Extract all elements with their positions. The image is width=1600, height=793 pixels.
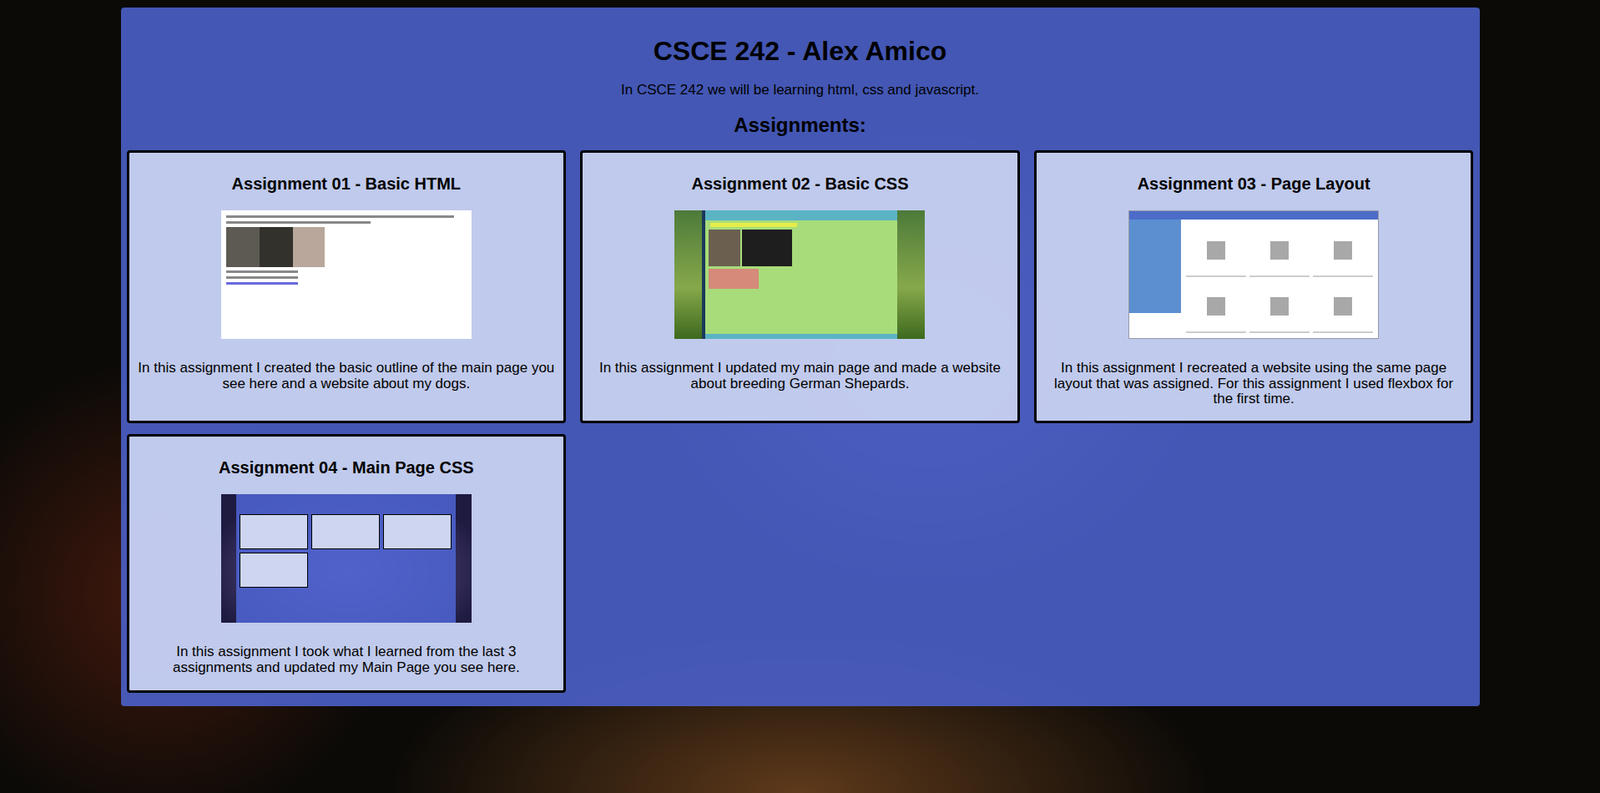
- thumb-box: [1270, 241, 1289, 260]
- assignment-description: In this assignment I took what I learned…: [137, 644, 556, 676]
- thumb-photo: [259, 227, 293, 268]
- assignment-list: Assignment 01 - Basic HTML In this assig…: [126, 150, 1474, 693]
- thumb-photo: [292, 227, 325, 268]
- thumb-grid-item: [1249, 280, 1310, 334]
- assignment-card[interactable]: Assignment 04 - Main Page CSS In this as…: [126, 434, 567, 693]
- assignment-title[interactable]: Assignment 01 - Basic HTML: [232, 174, 462, 194]
- thumb-card: [383, 514, 452, 550]
- section-title: Assignments:: [126, 113, 1474, 137]
- thumb-grid-item: [1186, 280, 1247, 334]
- assignment-thumbnail[interactable]: [1128, 210, 1379, 339]
- assignment-card[interactable]: Assignment 02 - Basic CSS In this assign…: [580, 150, 1020, 424]
- thumb-row: [239, 514, 453, 550]
- assignment-title[interactable]: Assignment 02 - Basic CSS: [691, 174, 909, 194]
- page-title: CSCE 242 - Alex Amico: [126, 35, 1474, 67]
- thumb-table: [708, 268, 759, 289]
- thumb-panel: [236, 494, 456, 623]
- thumb-footer: [705, 333, 898, 339]
- thumb-line: [226, 215, 455, 218]
- thumb-photo: [708, 229, 741, 267]
- assignment-title[interactable]: Assignment 03 - Page Layout: [1137, 174, 1371, 194]
- assignment-description: In this assignment I recreated a website…: [1044, 360, 1464, 408]
- thumb-box: [1206, 297, 1226, 316]
- thumb-grid: [1181, 219, 1378, 339]
- thumb-line: [226, 270, 298, 273]
- thumb-grid-item: [1312, 280, 1373, 334]
- assignment-thumbnail[interactable]: [221, 210, 472, 339]
- assignment-card[interactable]: Assignment 03 - Page Layout In this assi…: [1034, 150, 1474, 424]
- thumb-line: [226, 221, 371, 224]
- thumb-box: [1333, 297, 1353, 316]
- thumb-header: [1129, 211, 1378, 220]
- assignment-thumbnail[interactable]: [221, 494, 472, 623]
- thumb-page: [701, 210, 898, 339]
- main-panel: CSCE 242 - Alex Amico In CSCE 242 we wil…: [121, 7, 1480, 707]
- thumb-card: [311, 514, 380, 550]
- thumb-grid-item: [1186, 224, 1247, 278]
- thumb-card: [239, 552, 308, 588]
- thumb-card: [239, 514, 308, 550]
- thumb-grid-item: [1312, 224, 1373, 278]
- thumb-photo: [741, 229, 793, 267]
- thumb-grid-item: [1249, 224, 1310, 278]
- thumb-body: [1129, 219, 1378, 339]
- thumb-photos: [226, 227, 467, 268]
- page-background: CSCE 242 - Alex Amico In CSCE 242 we wil…: [0, 0, 1600, 793]
- thumb-line: [226, 276, 298, 279]
- thumb-banner: [705, 210, 898, 221]
- thumb-box: [1206, 241, 1226, 260]
- assignment-card[interactable]: Assignment 01 - Basic HTML In this assig…: [126, 150, 567, 424]
- assignment-description: In this assignment I updated my main pag…: [590, 360, 1010, 392]
- thumb-photos: [705, 229, 898, 267]
- thumb-line: [226, 282, 298, 285]
- thumb-bar: [710, 222, 798, 228]
- assignment-title[interactable]: Assignment 04 - Main Page CSS: [218, 458, 475, 478]
- assignment-description: In this assignment I created the basic o…: [137, 360, 556, 392]
- thumb-row: [239, 552, 453, 588]
- assignment-thumbnail[interactable]: [674, 210, 925, 339]
- thumb-box: [1333, 241, 1353, 260]
- thumb-photo: [226, 227, 260, 268]
- intro-text: In CSCE 242 we will be learning html, cs…: [126, 81, 1474, 99]
- thumb-sidebar: [1129, 219, 1182, 313]
- thumb-box: [1270, 297, 1289, 316]
